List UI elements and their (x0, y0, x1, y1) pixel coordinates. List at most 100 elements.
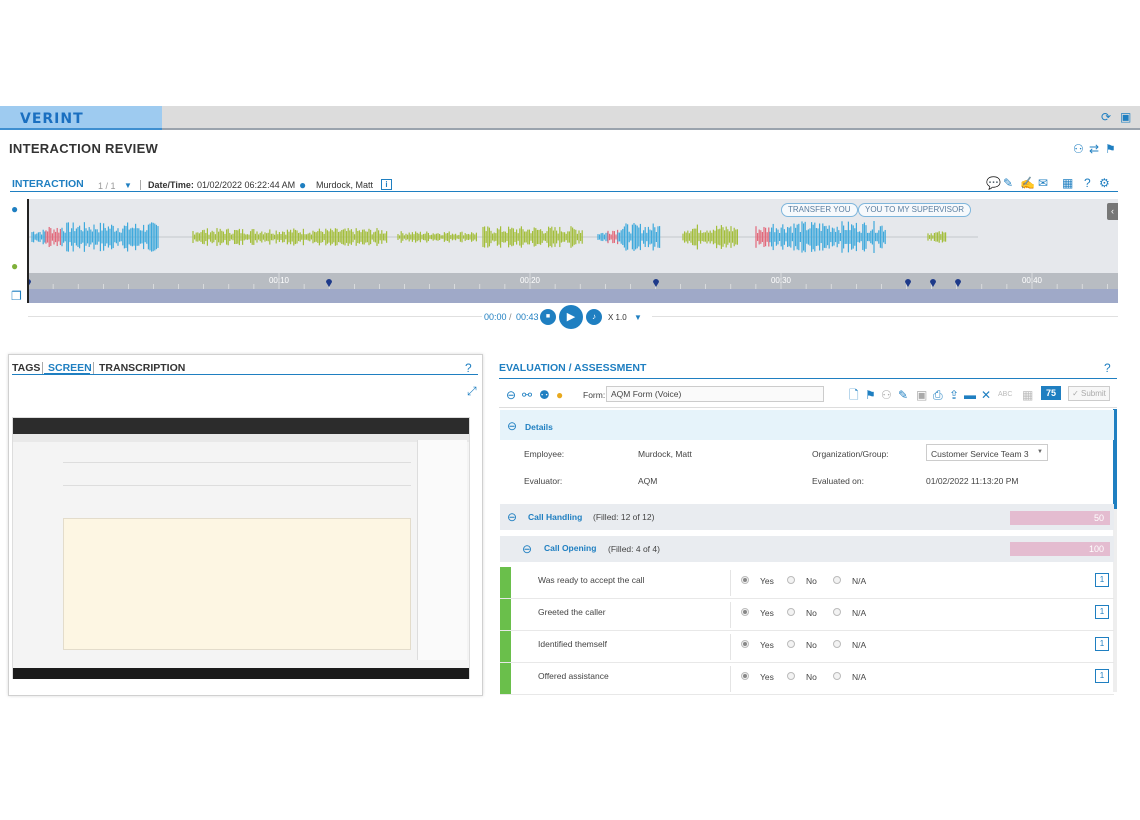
tab-interaction[interactable]: INTERACTION (12, 178, 84, 190)
answer-radio-no[interactable] (787, 640, 795, 648)
assign-icon[interactable]: ✍ (1020, 177, 1035, 189)
calculator-icon[interactable]: ▦ (1062, 177, 1073, 189)
help-icon[interactable]: ? (1084, 177, 1091, 189)
calculator-icon[interactable]: ▦ (1022, 389, 1033, 401)
section-filled: (Filled: 12 of 12) (593, 512, 655, 522)
export-icon[interactable]: ⇪ (949, 389, 959, 401)
comment-count-icon[interactable]: 1 (1095, 669, 1109, 683)
screen-capture[interactable] (12, 417, 470, 679)
separator (730, 602, 731, 628)
timeline-label: 00:20 (520, 276, 541, 285)
flag-icon[interactable]: ⚑ (1105, 143, 1116, 155)
refresh-icon[interactable]: ⟳ (1101, 111, 1111, 123)
tree-icon[interactable]: ⚯ (522, 389, 532, 401)
section-score: 50 (1093, 513, 1104, 523)
form-label: Form: (583, 390, 606, 400)
separator (140, 180, 141, 190)
share-icon[interactable]: ⚇ (881, 389, 892, 401)
capture-titlebar (13, 418, 469, 434)
collapse-icon[interactable]: ⊖ (507, 511, 517, 523)
answer-radio-yes[interactable] (741, 672, 749, 680)
screen-track[interactable] (28, 289, 1118, 303)
answer-label: N/A (852, 640, 867, 650)
answer-radio-na[interactable] (833, 640, 841, 648)
stop-button[interactable]: ■ (540, 309, 556, 325)
event-marker[interactable] (905, 279, 911, 287)
email-icon[interactable]: ✉ (1038, 177, 1048, 189)
answer-radio-no[interactable] (787, 672, 795, 680)
speed-value[interactable]: X 1.0 (608, 313, 627, 322)
event-marker[interactable] (326, 279, 332, 287)
details-header[interactable] (500, 410, 1114, 440)
interaction-divider (10, 191, 1118, 192)
form-select[interactable]: AQM Form (Voice) (606, 386, 824, 402)
speed-dropdown-icon[interactable]: ▼ (634, 312, 642, 324)
print-icon[interactable]: ⎙ (933, 389, 943, 401)
section-score: 100 (1088, 544, 1104, 554)
save-icon[interactable]: ▣ (916, 389, 927, 401)
tab-transcription[interactable]: TRANSCRIPTION (99, 362, 185, 374)
brand-logo: VERINT (0, 106, 162, 130)
collapse-panel-button[interactable]: ‹ (1107, 203, 1118, 220)
answer-radio-no[interactable] (787, 576, 795, 584)
capture-side-pane (417, 440, 467, 660)
time-separator: / (509, 312, 512, 322)
answer-label: Yes (760, 576, 774, 586)
comment-count-icon[interactable]: 1 (1095, 605, 1109, 619)
collapse-icon[interactable]: ⊖ (522, 543, 532, 555)
answer-radio-yes[interactable] (741, 640, 749, 648)
employee-value: Murdock, Matt (638, 449, 692, 459)
comment-count-icon[interactable]: 1 (1095, 637, 1109, 651)
separator (42, 362, 43, 374)
evaluation-title: EVALUATION / ASSESSMENT (499, 362, 647, 374)
spellcheck-icon[interactable]: ABC (998, 389, 1012, 401)
coaching-icon[interactable]: ● (556, 389, 563, 401)
edit-icon[interactable]: ✎ (1003, 177, 1013, 189)
submit-button[interactable]: ✓ Submit (1068, 386, 1110, 401)
answer-radio-yes[interactable] (741, 608, 749, 616)
close-icon[interactable]: ✕ (981, 389, 991, 401)
user-tags-icon[interactable]: ⚇ (1073, 143, 1084, 155)
question-text: Offered assistance (538, 671, 609, 681)
help-icon[interactable]: ? (1104, 362, 1111, 374)
separator (730, 634, 731, 660)
answer-radio-no[interactable] (787, 608, 795, 616)
play-button[interactable]: ▶ (559, 305, 583, 329)
agent-channel-icon: ● (11, 202, 19, 216)
print-icon[interactable]: ▣ (1120, 111, 1131, 123)
answer-radio-na[interactable] (833, 608, 841, 616)
comment-count-icon[interactable]: 1 (1095, 573, 1109, 587)
collapse-icon[interactable]: ⊖ (507, 420, 517, 432)
speech-bubble: YOU TO MY SUPERVISOR (858, 203, 971, 217)
new-document-icon[interactable]: 🗋 (849, 389, 859, 401)
volume-button[interactable]: ♪ (586, 309, 602, 325)
users-icon[interactable]: ⚉ (539, 389, 550, 401)
total-score-badge: 75 (1041, 386, 1061, 400)
flag-icon[interactable]: ⚑ (865, 389, 876, 401)
capture-form (63, 462, 411, 486)
total-time: 00:43 (516, 312, 539, 322)
event-marker[interactable] (955, 279, 961, 287)
edit-icon[interactable]: ✎ (898, 389, 908, 401)
chevron-down-icon[interactable]: ▼ (124, 180, 132, 192)
organization-select[interactable]: Customer Service Team 3 ▼ (926, 444, 1048, 461)
fullscreen-icon[interactable]: ⤢ (467, 385, 477, 397)
folder-icon[interactable]: ▬ (964, 389, 976, 401)
answer-radio-na[interactable] (833, 672, 841, 680)
playhead[interactable] (27, 199, 29, 303)
answer-radio-yes[interactable] (741, 576, 749, 584)
answer-radio-na[interactable] (833, 576, 841, 584)
answer-label: N/A (852, 576, 867, 586)
event-marker[interactable] (653, 279, 659, 287)
info-icon[interactable]: i (381, 179, 392, 190)
tab-tags[interactable]: TAGS (12, 362, 40, 374)
timeline[interactable]: 00:10 00:20 00:30 00:40 (25, 273, 1118, 289)
question-text: Identified themself (538, 639, 607, 649)
date-label: Date/Time: (148, 180, 194, 190)
help-icon[interactable]: ? (465, 362, 472, 374)
event-marker[interactable] (930, 279, 936, 287)
transfer-icon[interactable]: ⇄ (1089, 143, 1099, 155)
collapse-all-icon[interactable]: ⊖ (506, 389, 516, 401)
settings-icon[interactable]: ⚙ (1099, 177, 1110, 189)
comment-icon[interactable]: 💬 (986, 177, 1001, 189)
